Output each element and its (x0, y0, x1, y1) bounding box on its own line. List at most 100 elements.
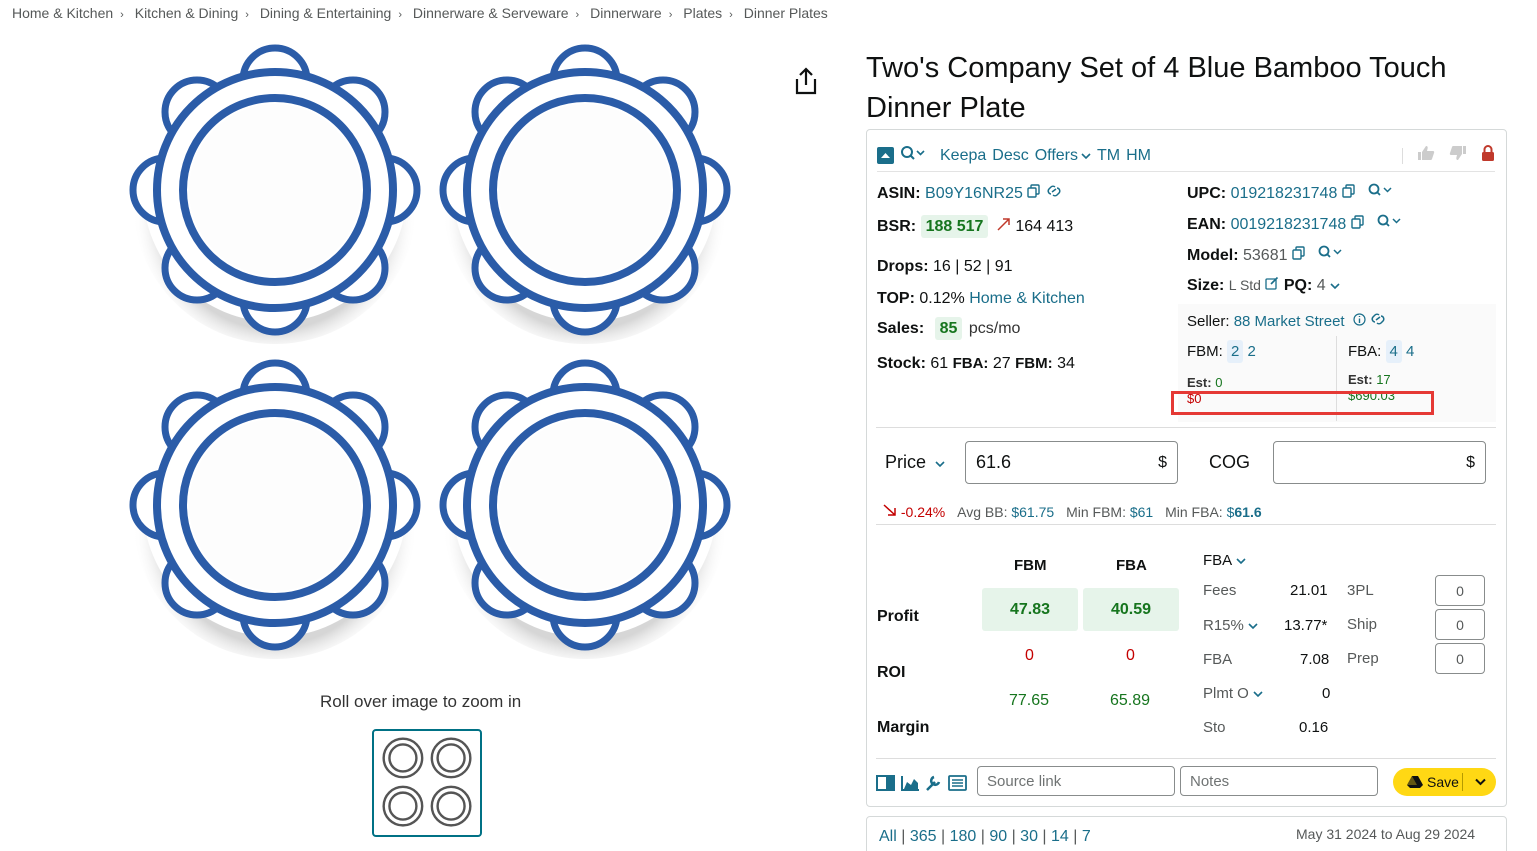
ship-input[interactable]: 0 (1435, 609, 1485, 640)
list-icon[interactable] (948, 775, 967, 791)
copy-icon[interactable] (1027, 184, 1041, 202)
referral-dropdown[interactable]: R15% (1203, 617, 1258, 634)
range-link[interactable]: 90 (989, 828, 1007, 845)
search-icon[interactable] (1368, 183, 1394, 202)
extra-label: 3PL (1347, 582, 1374, 599)
tm-link[interactable]: TM (1097, 147, 1120, 165)
chevron-down-icon[interactable] (1330, 277, 1340, 294)
est-label: Est: (1348, 372, 1373, 387)
est-value: 0 (1215, 375, 1223, 390)
edit-icon[interactable] (1265, 276, 1279, 294)
range-link[interactable]: All (879, 828, 897, 845)
pq-label: PQ: (1283, 277, 1313, 294)
copy-icon[interactable] (1342, 184, 1356, 202)
breadcrumb: Home & Kitchen › Kitchen & Dining › Dining… (12, 5, 828, 21)
cog-label: COG (1209, 452, 1251, 472)
source-link-placeholder: Source link (987, 772, 1062, 790)
roi-fbm: 0 (1025, 647, 1034, 664)
fba-offers-label: FBA: (1348, 343, 1382, 360)
desc-link[interactable]: Desc (992, 147, 1028, 165)
size-value: L Std (1228, 277, 1261, 293)
search-icon[interactable] (1377, 214, 1403, 233)
share-icon[interactable] (792, 66, 820, 96)
range-link[interactable]: 30 (1020, 828, 1038, 845)
placement-dropdown[interactable]: Plmt O (1203, 685, 1263, 702)
col-fba-header: FBA (1116, 557, 1147, 574)
bottom-icons (876, 774, 972, 797)
est-value: 17 (1376, 372, 1391, 387)
seller-link[interactable]: 88 Market Street (1234, 313, 1345, 330)
thumbnail-image[interactable] (372, 729, 482, 837)
lock-icon[interactable] (1481, 144, 1495, 167)
bsr-value: 188 517 (920, 215, 989, 238)
range-link[interactable]: 365 (910, 828, 937, 845)
roi-fba: 0 (1126, 647, 1135, 664)
top-percent: 0.12% (919, 290, 965, 307)
drops-label: Drops: (877, 258, 929, 275)
breadcrumb-item[interactable]: Dinnerware & Serveware (413, 5, 569, 21)
notes-input[interactable]: Notes (1180, 766, 1378, 796)
upc-value[interactable]: 019218231748 (1231, 185, 1338, 202)
breadcrumb-item[interactable]: Dinnerware (590, 5, 662, 21)
date-range: May 31 2024 to Aug 29 2024 (1296, 826, 1476, 842)
model-row: Model: 53681 (1187, 245, 1344, 265)
price-dropdown[interactable]: Price (885, 452, 945, 473)
stock-fba-label: FBA: (952, 355, 989, 372)
offers-label: Offers (1034, 146, 1078, 164)
chart-icon[interactable] (901, 776, 919, 791)
copy-icon[interactable] (1351, 215, 1365, 233)
source-link-input[interactable]: Source link (977, 766, 1175, 796)
breadcrumb-item[interactable]: Dining & Entertaining (260, 5, 392, 21)
model-label: Model: (1187, 247, 1239, 264)
breadcrumb-item[interactable]: Kitchen & Dining (135, 5, 239, 21)
chevron-down-icon[interactable] (1475, 778, 1486, 786)
notes-placeholder: Notes (1190, 772, 1230, 790)
highlight-box (1171, 391, 1434, 415)
seller-row: Seller: 88 Market Street (1187, 312, 1386, 330)
range-link[interactable]: 7 (1082, 828, 1091, 845)
info-icon[interactable] (1353, 313, 1366, 330)
search-icon[interactable] (1318, 245, 1344, 264)
avg-bb-value: $61.75 (1011, 504, 1055, 520)
hm-link[interactable]: HM (1126, 147, 1151, 165)
upc-row: UPC: 019218231748 (1187, 183, 1394, 203)
fee-label: Plmt O (1203, 685, 1249, 702)
divider (876, 524, 1496, 525)
extra-label: Ship (1347, 616, 1378, 633)
link-icon[interactable] (1370, 313, 1386, 330)
keepa-link[interactable]: Keepa (940, 147, 986, 165)
seller-label: Seller: (1187, 313, 1230, 330)
sidebar-icon[interactable] (876, 775, 895, 791)
asin-value[interactable]: B09Y16NR25 (925, 185, 1023, 202)
top-category-link[interactable]: Home & Kitchen (969, 290, 1085, 307)
breadcrumb-item[interactable]: Home & Kitchen (12, 5, 113, 21)
bsr-row: BSR: 188 517 164 413 (877, 215, 1074, 238)
ean-value[interactable]: 0019218231748 (1231, 216, 1347, 233)
copy-icon[interactable] (1292, 246, 1306, 264)
link-icon[interactable] (1046, 185, 1062, 202)
wrench-icon[interactable] (926, 775, 941, 791)
price-input[interactable]: 61.6 $ (965, 441, 1178, 484)
range-link[interactable]: 14 (1051, 828, 1069, 845)
thumbs-up-icon[interactable] (1417, 145, 1435, 166)
est-label: Est: (1187, 375, 1212, 390)
bsr-previous: 164 413 (1015, 218, 1074, 235)
collapse-icon[interactable] (877, 147, 894, 164)
stock-fbm-label: FBM: (1015, 355, 1053, 372)
profit-label: Profit (877, 608, 919, 625)
range-link[interactable]: 180 (950, 828, 977, 845)
breadcrumb-item[interactable]: Dinner Plates (744, 5, 828, 21)
stock-value: 61 (930, 355, 949, 372)
3pl-input[interactable]: 0 (1435, 575, 1485, 606)
product-image[interactable] (120, 40, 760, 680)
top-row: TOP: 0.12% Home & Kitchen (877, 290, 1085, 308)
search-icon[interactable] (900, 145, 926, 167)
save-button[interactable]: Save (1393, 768, 1496, 796)
thumbs-down-icon[interactable] (1449, 145, 1467, 166)
fees-mode-dropdown[interactable]: FBA (1203, 552, 1246, 569)
cog-input[interactable]: $ (1273, 441, 1486, 484)
offers-dropdown[interactable]: Offers (1035, 147, 1091, 165)
breadcrumb-item[interactable]: Plates (683, 5, 722, 21)
breadcrumb-separator: › (668, 9, 673, 21)
prep-input[interactable]: 0 (1435, 643, 1485, 674)
